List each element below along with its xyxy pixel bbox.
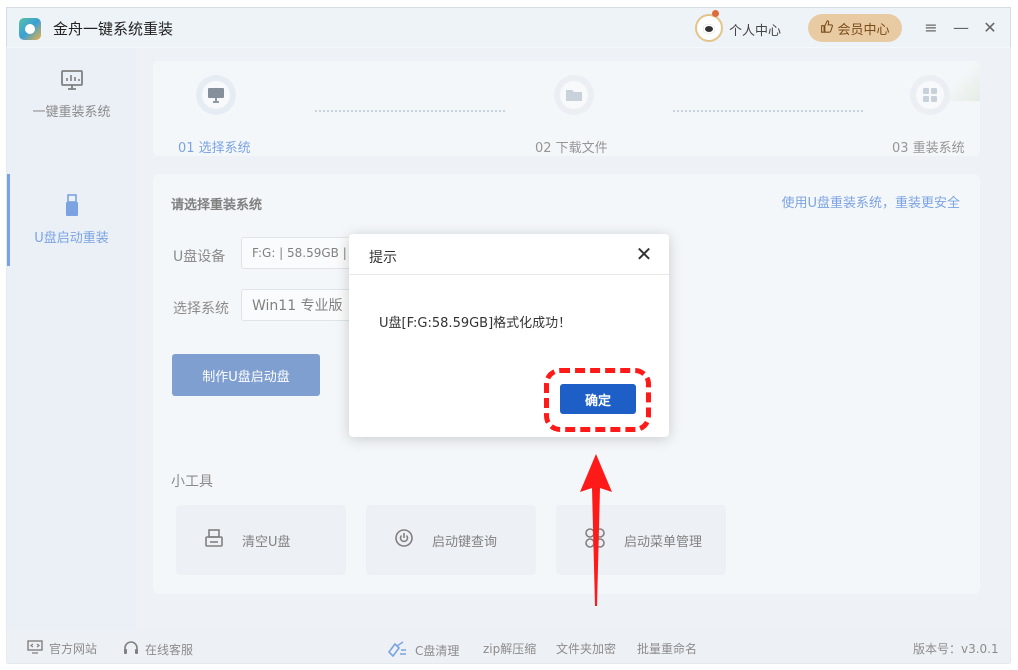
thumb-up-icon [820,19,834,37]
app-title: 金舟一键系统重装 [53,20,174,38]
dialog-close-icon[interactable]: ✕ [633,242,655,266]
dialog-divider [349,274,669,275]
dialog-title: 提示 [369,250,397,266]
avatar-icon[interactable] [695,10,723,42]
personal-center-link[interactable]: 个人中心 [729,20,781,39]
title-bar: 金舟一键系统重装 个人中心 会员中心 ≡ — ✕ [7,8,1010,48]
dialog-message: U盘[F:G:58.59GB]格式化成功！ [379,316,572,331]
minimize-icon[interactable]: — [951,18,971,37]
member-center-button[interactable]: 会员中心 [808,14,902,42]
member-center-label: 会员中心 [837,22,890,38]
close-icon[interactable]: ✕ [980,18,1000,37]
red-arrow-icon [580,454,612,606]
highlight-annotation [544,368,651,432]
app-logo-icon [19,18,41,40]
menu-icon[interactable]: ≡ [921,18,941,37]
